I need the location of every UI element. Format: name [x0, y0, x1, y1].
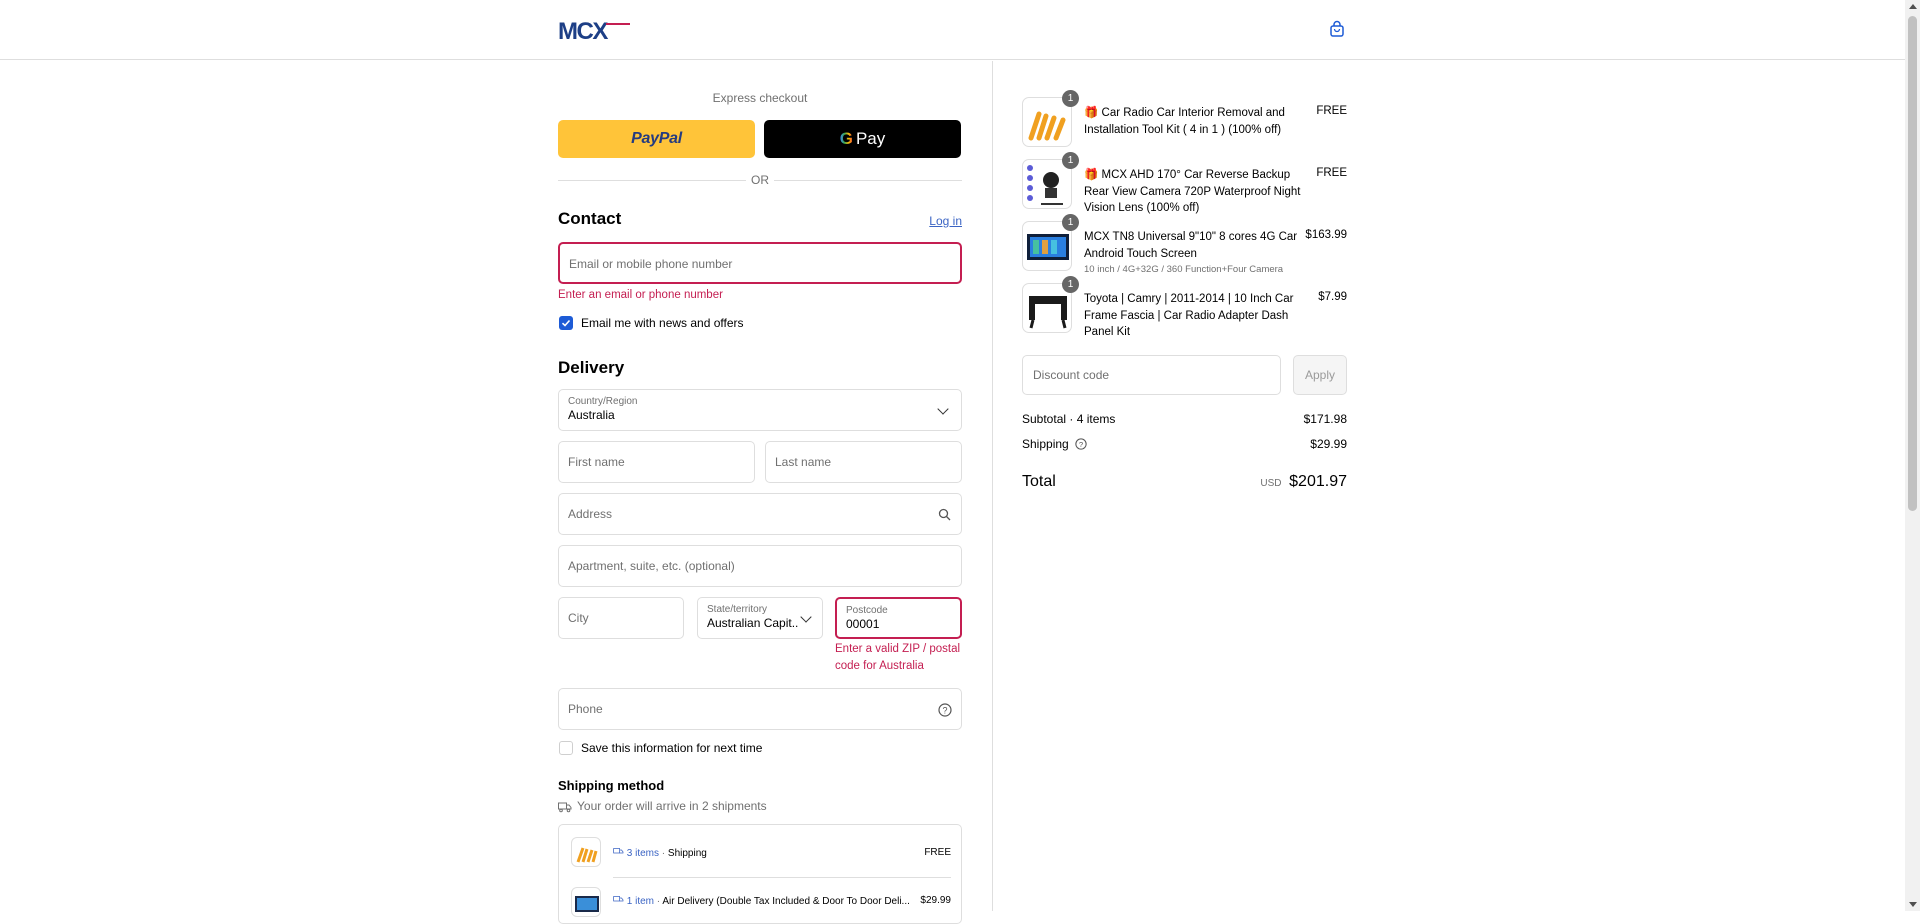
column-divider: [992, 61, 993, 911]
discount-code-field[interactable]: Discount code: [1022, 355, 1281, 395]
scroll-up-arrow[interactable]: [1909, 4, 1917, 9]
help-icon[interactable]: ?: [1075, 438, 1087, 450]
item-name: 🎁 Car Radio Car Interior Removal and Ins…: [1084, 107, 1285, 136]
quantity-badge: 1: [1062, 90, 1079, 107]
chevron-down-icon: [937, 403, 949, 415]
quantity-badge: 1: [1062, 152, 1079, 169]
item-variant: 10 inch / 4G+32G / 360 Function+Four Cam…: [1084, 264, 1284, 275]
contact-title: Contact: [558, 209, 622, 228]
chevron-down-icon: [800, 611, 812, 623]
phone-field[interactable]: Phone ?: [558, 688, 962, 730]
scrollbar[interactable]: [1905, 0, 1920, 911]
scroll-down-arrow[interactable]: [1909, 902, 1917, 907]
svg-text:?: ?: [942, 706, 947, 716]
shipment-info: 3 items · Shipping: [613, 847, 707, 859]
scroll-thumb[interactable]: [1908, 16, 1917, 511]
total-label: Total: [1022, 473, 1056, 490]
country-select[interactable]: Country/Region Australia: [558, 389, 962, 431]
postcode-field[interactable]: Postcode 00001: [835, 597, 962, 639]
truck-icon: [558, 802, 572, 813]
google-g-icon: G: [839, 129, 853, 148]
paypal-label: PayPal: [631, 130, 682, 147]
brand-logo[interactable]: MCX: [558, 18, 638, 42]
shipment-row[interactable]: 3 items · Shipping FREE: [559, 825, 961, 873]
item-name: MCX TN8 Universal 9"10" 8 cores 4G Car A…: [1084, 229, 1304, 277]
item-name: 🎁 MCX AHD 170° Car Reverse Backup Rear V…: [1084, 169, 1301, 214]
quantity-badge: 1: [1062, 276, 1079, 293]
delivery-title: Delivery: [558, 358, 625, 377]
item-price: $163.99: [1305, 229, 1347, 241]
product-thumbnail: [571, 887, 601, 917]
postcode-error: Enter a valid ZIP / postal code for Aust…: [835, 643, 961, 672]
last-name-field[interactable]: Last name: [765, 441, 962, 483]
save-info-label: Save this information for next time: [581, 741, 763, 755]
total-row: Total USD $201.97: [1022, 473, 1347, 491]
total-value: $201.97: [1289, 473, 1347, 490]
shopping-bag-icon[interactable]: [1328, 20, 1346, 38]
apply-discount-button[interactable]: Apply: [1293, 355, 1347, 395]
svg-text:MCX: MCX: [558, 18, 608, 42]
first-name-field[interactable]: First name: [558, 441, 755, 483]
email-error: Enter an email or phone number: [558, 289, 723, 301]
quantity-badge: 1: [1062, 214, 1079, 231]
currency-code: USD: [1260, 478, 1282, 489]
email-field[interactable]: Email or mobile phone number: [558, 242, 962, 284]
truck-icon: [613, 848, 624, 854]
help-icon[interactable]: ?: [938, 703, 952, 717]
shipping-value: $29.99: [1310, 437, 1347, 451]
address-field[interactable]: Address: [558, 493, 962, 535]
news-label: Email me with news and offers: [581, 316, 744, 330]
shipping-row: Shipping ? $29.99: [1022, 437, 1347, 451]
google-pay-button[interactable]: G Pay: [764, 120, 961, 158]
paypal-button[interactable]: PayPal: [558, 120, 755, 158]
news-checkbox[interactable]: [559, 316, 573, 330]
apartment-field[interactable]: Apartment, suite, etc. (optional): [558, 545, 962, 587]
product-thumbnail: [571, 837, 601, 867]
checkmark-icon: [561, 319, 571, 327]
shipment-price: FREE: [924, 847, 951, 858]
item-price: FREE: [1316, 167, 1347, 179]
login-link[interactable]: Log in: [929, 214, 962, 228]
subtotal-value: $171.98: [1303, 412, 1347, 426]
state-select[interactable]: State/territory Australian Capit...: [697, 597, 823, 639]
shipment-info: 1 item · Air Delivery (Double Tax Includ…: [613, 895, 913, 907]
google-pay-label: Pay: [855, 129, 886, 148]
shipment-price: $29.99: [920, 895, 951, 906]
express-checkout-title: Express checkout: [712, 91, 808, 105]
svg-text:?: ?: [1079, 440, 1083, 449]
shipping-options: 3 items · Shipping FREE 1 item · Air Del…: [558, 824, 962, 924]
truck-icon: [613, 896, 624, 902]
site-header: MCX: [0, 0, 1905, 60]
shipping-method-title: Shipping method: [558, 778, 665, 793]
item-name: Toyota | Camry | 2011-2014 | 10 Inch Car…: [1084, 293, 1294, 338]
search-icon: [938, 508, 951, 521]
or-divider: OR: [558, 172, 962, 188]
shipping-label: Shipping: [1022, 437, 1069, 451]
item-price: FREE: [1316, 105, 1347, 117]
item-price: $7.99: [1318, 291, 1347, 303]
shipments-note: Your order will arrive in 2 shipments: [577, 799, 767, 813]
shipment-row[interactable]: 1 item · Air Delivery (Double Tax Includ…: [559, 877, 961, 923]
subtotal-label: Subtotal · 4 items: [1022, 412, 1116, 426]
subtotal-row: Subtotal · 4 items $171.98: [1022, 412, 1347, 426]
save-info-checkbox[interactable]: [559, 741, 573, 755]
city-field[interactable]: City: [558, 597, 684, 639]
